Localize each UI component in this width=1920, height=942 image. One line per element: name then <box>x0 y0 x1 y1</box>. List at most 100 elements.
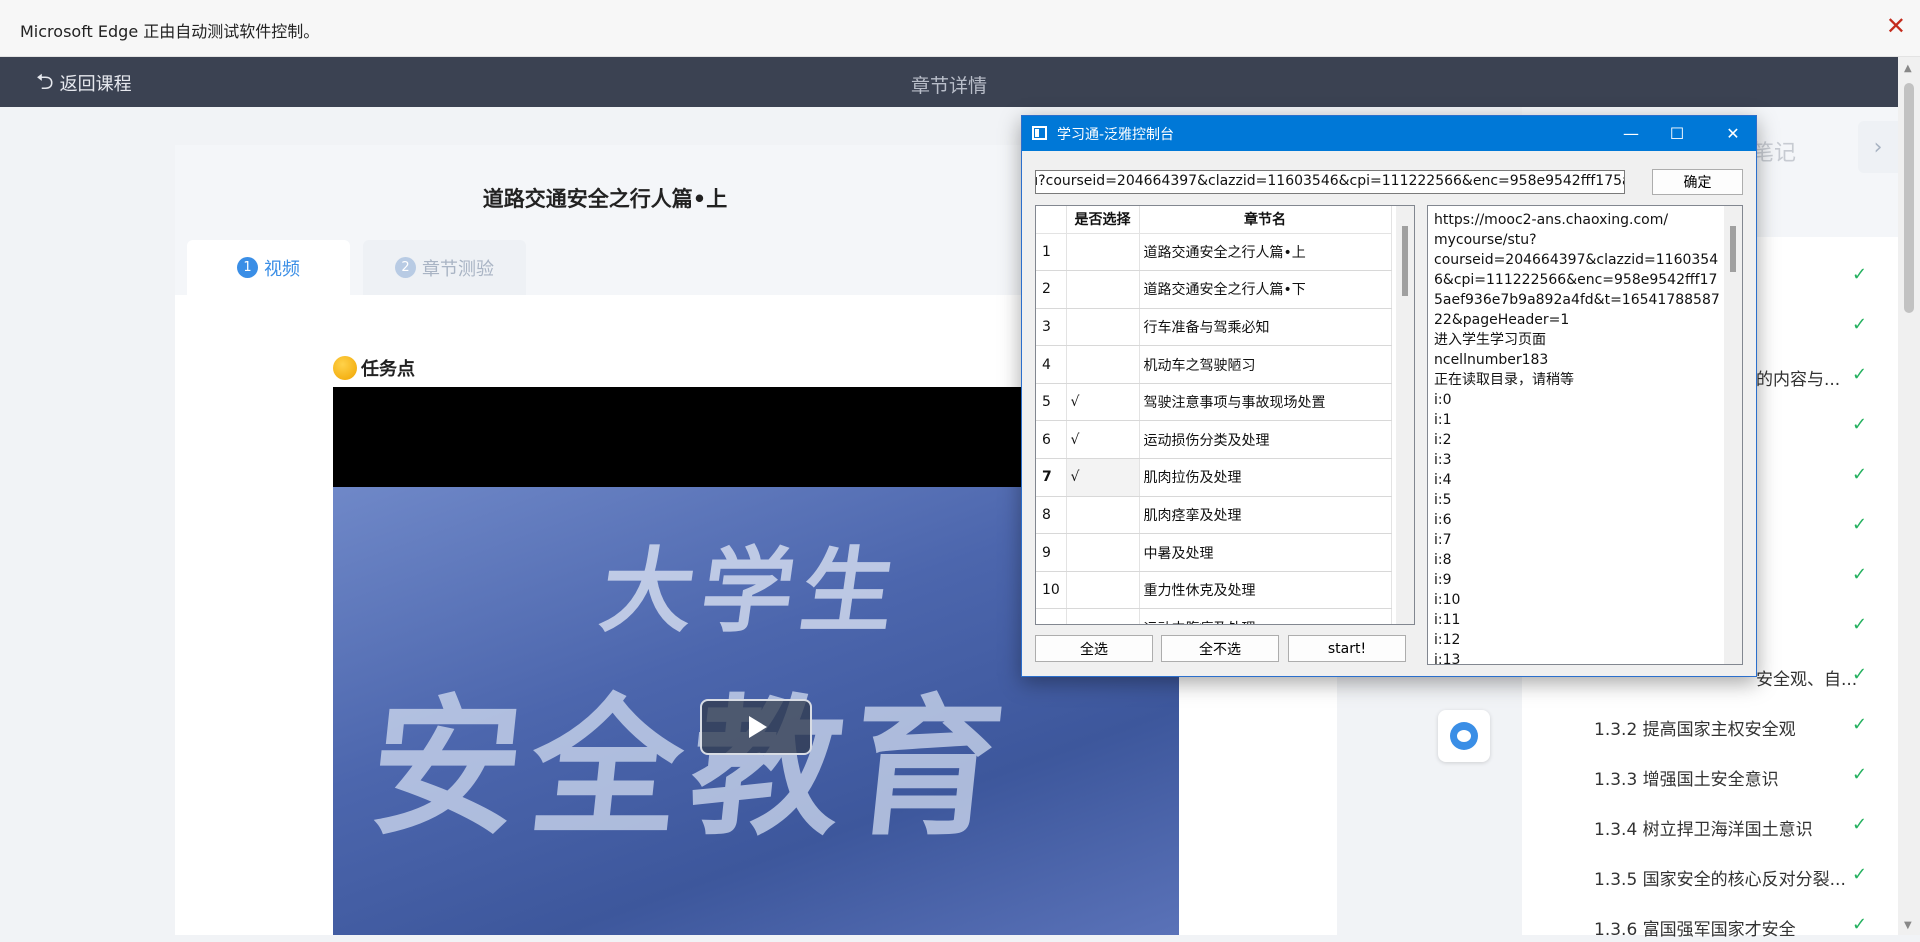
table-row[interactable]: 运动中腹痛及处理 <box>1036 608 1392 624</box>
scroll-up-arrow-icon[interactable]: ▲ <box>1904 63 1912 74</box>
row-index-cell: 1 <box>1036 233 1067 272</box>
row-select-cell[interactable] <box>1066 608 1140 624</box>
completed-check-icon: ✓ <box>1852 564 1868 585</box>
tab-chapter-quiz[interactable]: 2 章节测验 <box>363 240 526 295</box>
row-select-cell[interactable]: √ <box>1066 420 1140 460</box>
table-row[interactable]: 3 行车准备与驾乘必知 <box>1036 308 1392 347</box>
chapter-item[interactable]: 1.3.2 提高国家主权安全观 <box>1594 712 1864 742</box>
window-app-icon <box>1032 126 1047 140</box>
chapter-name-cell: 驾驶注意事项与事故现场处置 <box>1139 383 1392 422</box>
chapter-item[interactable]: 1.3.6 富国强军国家才安全 <box>1594 912 1864 942</box>
completed-check-icon: ✓ <box>1852 764 1868 785</box>
completed-check-icon: ✓ <box>1852 414 1868 435</box>
chapter-item[interactable]: 1.3.3 增强国土安全意识 <box>1594 762 1864 792</box>
console-title: 学习通-泛雅控制台 <box>1057 127 1175 143</box>
table-row[interactable]: 6 √ 运动损伤分类及处理 <box>1036 420 1392 460</box>
select-none-button[interactable]: 全不选 <box>1161 635 1279 662</box>
select-column-header[interactable]: 是否选择 <box>1066 206 1140 234</box>
log-scrollbar[interactable] <box>1724 206 1742 664</box>
close-icon[interactable]: ✕ <box>1886 14 1906 38</box>
row-select-cell[interactable] <box>1066 533 1140 572</box>
row-select-cell[interactable] <box>1066 571 1140 610</box>
log-output[interactable]: https://mooc2-ans.chaoxing.com/mycourse/… <box>1427 205 1743 665</box>
chapter-name-cell: 机动车之驾驶陋习 <box>1139 345 1392 384</box>
start-button[interactable]: start! <box>1288 635 1406 662</box>
minimize-icon[interactable]: — <box>1608 116 1654 151</box>
chapter-name-cell: 行车准备与驾乘必知 <box>1139 308 1392 347</box>
maximize-icon[interactable]: ☐ <box>1654 116 1700 151</box>
log-line: 6&cpi=111222566&enc=958e9542fff17 <box>1434 272 1718 288</box>
table-row[interactable]: 2 道路交通安全之行人篇•下 <box>1036 270 1392 309</box>
row-select-cell[interactable]: √ <box>1066 383 1140 422</box>
completed-check-icon: ✓ <box>1852 264 1868 285</box>
row-select-cell[interactable] <box>1066 345 1140 384</box>
row-select-cell[interactable] <box>1066 496 1140 535</box>
select-all-button[interactable]: 全选 <box>1035 635 1153 662</box>
sidebar-toggle-button[interactable]: › <box>1858 121 1898 173</box>
completed-check-icon: ✓ <box>1852 364 1868 385</box>
chapter-name-column-header[interactable]: 章节名 <box>1139 206 1392 234</box>
scrollbar-thumb[interactable] <box>1904 83 1914 313</box>
confirm-button[interactable]: 确定 <box>1652 169 1743 195</box>
row-select-cell[interactable] <box>1066 308 1140 347</box>
chapter-item-label: 安全观、自... <box>1756 669 1858 690</box>
completed-check-icon: ✓ <box>1852 914 1868 935</box>
log-scroll-thumb[interactable] <box>1730 226 1736 272</box>
log-line: 正在读取目录，请稍等 <box>1434 372 1574 388</box>
chapter-item[interactable]: 安全观、自... <box>1756 662 1858 692</box>
completed-check-icon: ✓ <box>1852 664 1868 685</box>
log-line: i:4 <box>1434 472 1452 488</box>
grid-scrollbar[interactable] <box>1396 206 1414 624</box>
table-row[interactable]: 10 重力性休克及处理 <box>1036 571 1392 610</box>
row-index-cell: 10 <box>1036 571 1067 610</box>
row-index-cell: 2 <box>1036 270 1067 309</box>
url-input[interactable]: https://mooc2-ans.chaoxing.com/mycourse/… <box>1035 170 1625 194</box>
chapter-item-label: 1.3.3 增强国土安全意识 <box>1594 769 1779 790</box>
completed-check-icon: ✓ <box>1852 614 1868 635</box>
completed-check-icon: ✓ <box>1852 314 1868 335</box>
row-select-cell[interactable] <box>1066 233 1140 272</box>
console-titlebar[interactable]: 学习通-泛雅控制台 — ☐ ✕ <box>1022 116 1756 151</box>
table-row[interactable]: 8 肌肉痉挛及处理 <box>1036 496 1392 535</box>
table-row[interactable]: 4 机动车之驾驶陋习 <box>1036 345 1392 384</box>
chapter-item[interactable]: 的内容与... <box>1756 362 1856 392</box>
table-row[interactable]: 9 中暑及处理 <box>1036 533 1392 572</box>
page-scrollbar[interactable]: ▲ ▼ <box>1898 57 1920 935</box>
assistant-button[interactable] <box>1438 710 1490 762</box>
tab-video[interactable]: 1 视频 <box>187 240 350 295</box>
grid-scroll-thumb[interactable] <box>1402 226 1408 296</box>
chapter-name-cell: 肌肉痉挛及处理 <box>1139 496 1392 535</box>
notes-tab[interactable]: 笔记 <box>1752 135 1796 167</box>
row-select-cell[interactable]: √ <box>1066 458 1140 497</box>
task-point-label: 任务点 <box>333 355 415 381</box>
automation-infobar: Microsoft Edge 正由自动测试软件控制。 ✕ <box>0 0 1920 57</box>
chapter-item[interactable]: 1.3.4 树立捍卫海洋国土意识 <box>1594 812 1864 842</box>
chapter-item[interactable]: 1.3.5 国家安全的核心反对分裂... <box>1594 862 1864 892</box>
log-line: 进入学生学习页面 <box>1434 332 1546 348</box>
log-line: i:0 <box>1434 392 1452 408</box>
chapter-item-label: 1.3.2 提高国家主权安全观 <box>1594 719 1796 740</box>
scroll-down-arrow-icon[interactable]: ▼ <box>1904 920 1912 931</box>
play-icon <box>749 716 767 738</box>
completed-check-icon: ✓ <box>1852 864 1868 885</box>
table-row[interactable]: 5 √ 驾驶注意事项与事故现场处置 <box>1036 383 1392 422</box>
row-index-cell: 6 <box>1036 420 1067 460</box>
window-close-icon[interactable]: ✕ <box>1710 116 1756 151</box>
tab-label: 章节测验 <box>422 258 494 280</box>
task-point-text: 任务点 <box>361 359 415 380</box>
app-header: ⮌ 返回课程 章节详情 <box>0 57 1898 107</box>
log-line: i:9 <box>1434 572 1452 588</box>
log-line: courseid=204664397&clazzid=1160354 <box>1434 252 1719 268</box>
chapter-name-cell: 肌肉拉伤及处理 <box>1139 458 1392 497</box>
table-row[interactable]: 1 道路交通安全之行人篇•上 <box>1036 233 1392 272</box>
play-button[interactable] <box>700 699 812 755</box>
row-select-cell[interactable] <box>1066 270 1140 309</box>
row-index-cell <box>1036 608 1067 624</box>
log-line: i:12 <box>1434 632 1461 648</box>
log-line: i:1 <box>1434 412 1452 428</box>
table-row[interactable]: 7 √ 肌肉拉伤及处理 <box>1036 458 1392 497</box>
assistant-icon <box>1450 722 1478 750</box>
log-line: i:3 <box>1434 452 1452 468</box>
chapter-grid[interactable]: 是否选择 章节名 1 道路交通安全之行人篇•上 2 道路交通安全之行人篇•下 3 行车准备… <box>1035 205 1415 625</box>
chapter-item-label: 1.3.4 树立捍卫海洋国土意识 <box>1594 819 1813 840</box>
